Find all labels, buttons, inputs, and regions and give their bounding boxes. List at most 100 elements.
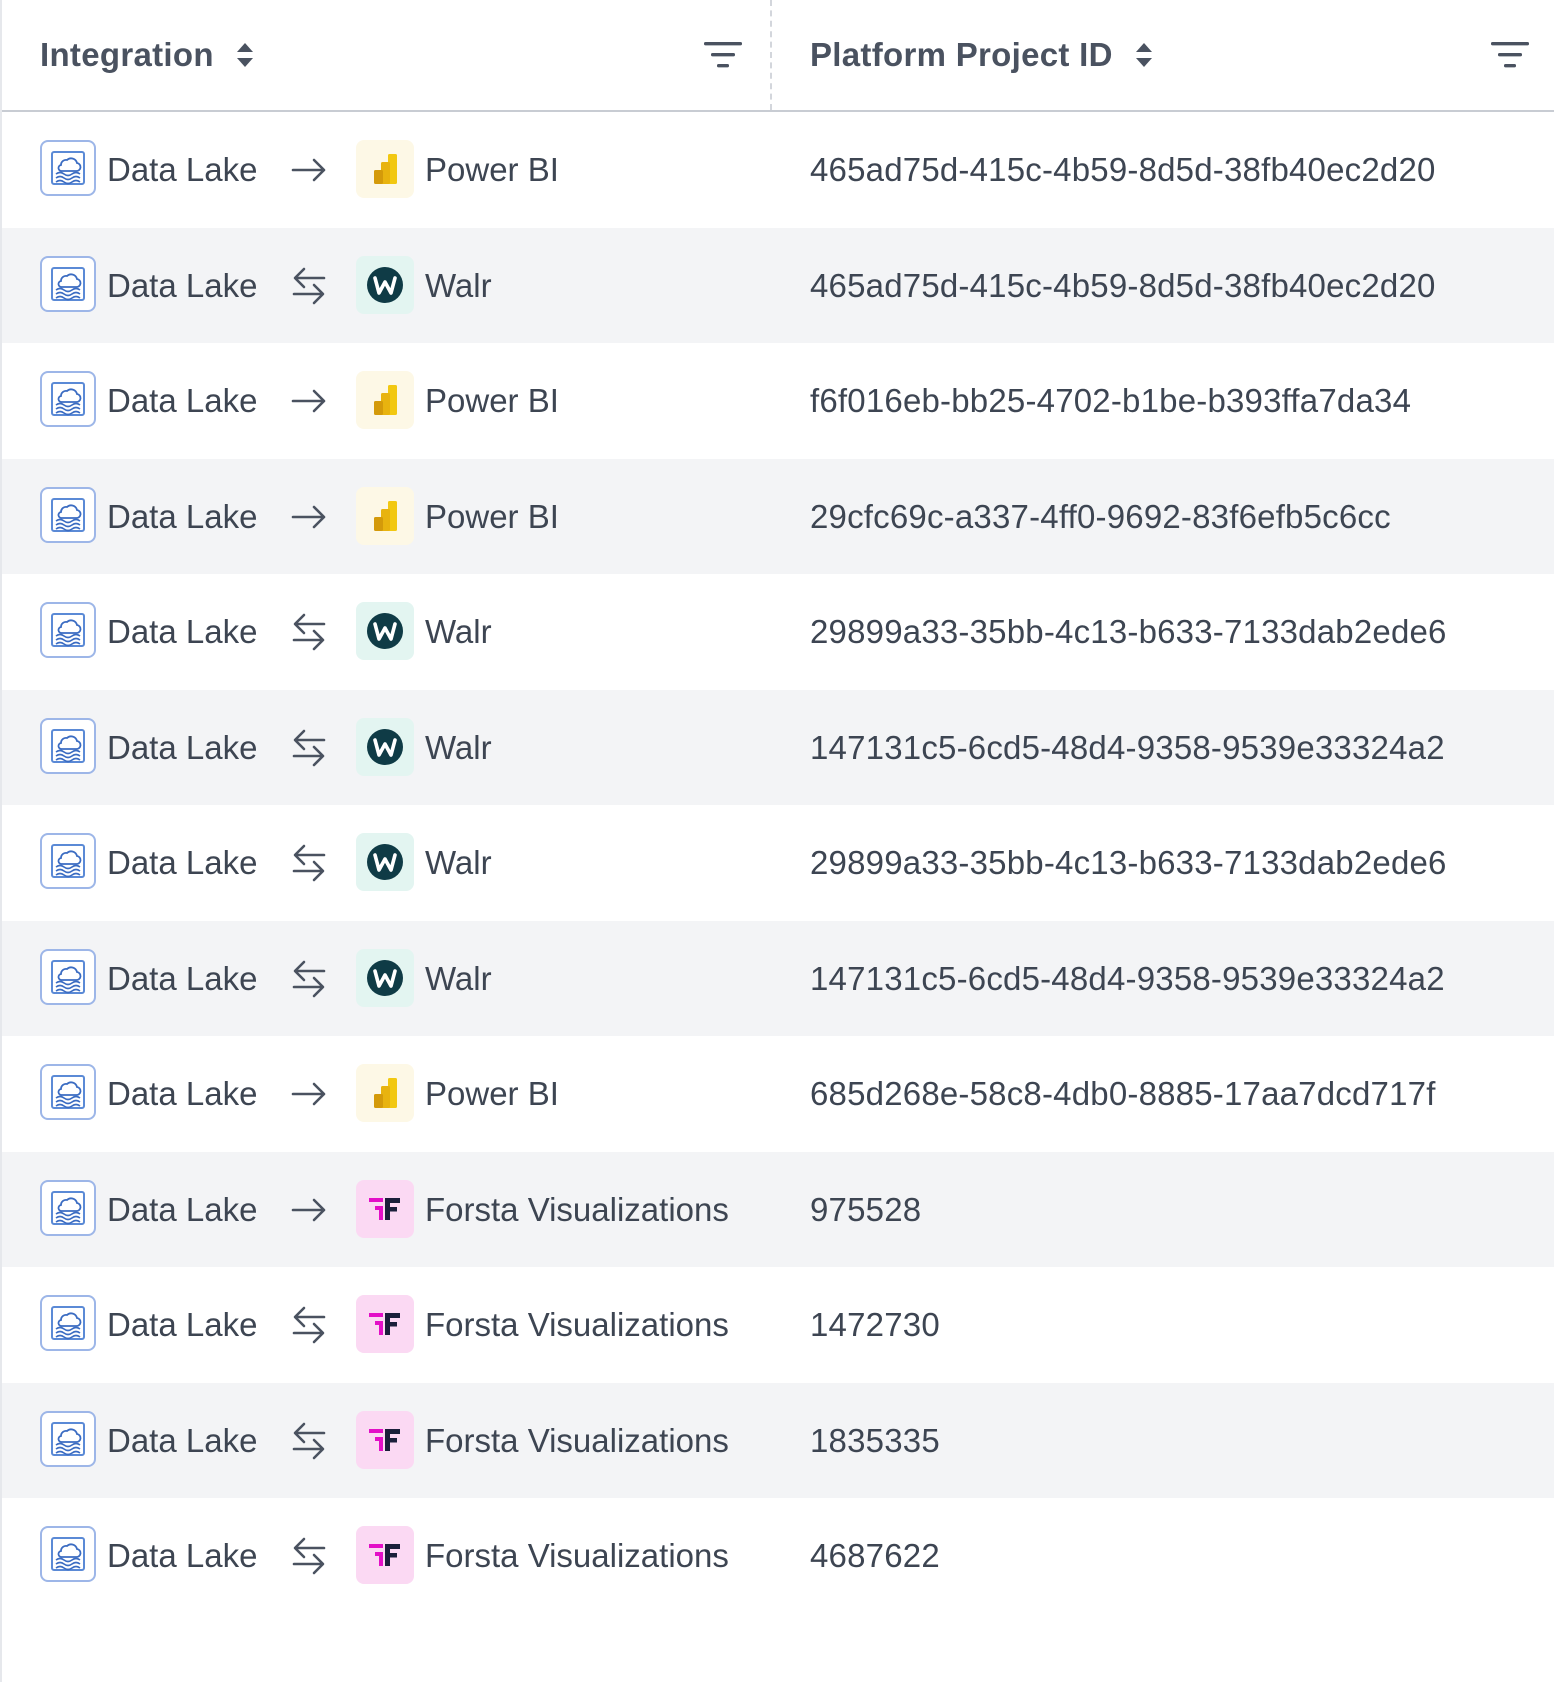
table-row[interactable]: Data Lake Power BI 29cfc69c-a337-4ff0-96… — [2, 458, 1554, 574]
project-id: 29899a33-35bb-4c13-b633-7133dab2ede6 — [810, 844, 1447, 881]
project-id: 147131c5-6cd5-48d4-9358-9539e33324a2 — [810, 728, 1445, 766]
source-label: Data Lake — [107, 382, 258, 419]
data-lake-icon — [40, 255, 96, 312]
data-lake-icon — [40, 1410, 96, 1467]
project-id: 29cfc69c-a337-4ff0-9692-83f6efb5c6cc — [810, 497, 1391, 535]
arrow-right-icon — [291, 505, 326, 528]
source-label: Data Lake — [107, 497, 258, 535]
table-row[interactable]: Data Lake Walr 147131c5-6cd5-48d4-9358-9… — [2, 920, 1554, 1036]
column-title-integration: Integration — [40, 36, 214, 73]
filter-icon[interactable] — [704, 40, 742, 70]
data-lake-icon — [40, 486, 96, 543]
forsta-icon — [356, 1526, 414, 1584]
data-lake-icon — [40, 1064, 96, 1120]
destination-label: Power BI — [425, 1075, 559, 1112]
table-row[interactable]: Data Lake Power BI 465ad75d-415c-4b59-8d… — [2, 112, 1554, 228]
column-divider[interactable] — [770, 0, 772, 110]
table-row[interactable]: Data Lake Forsta Visualizations 4687622 — [2, 1498, 1554, 1614]
sort-icon[interactable] — [1135, 42, 1153, 68]
bidirectional-arrows-icon — [292, 960, 326, 997]
sort-icon[interactable] — [236, 42, 254, 68]
destination-label: Walr — [425, 728, 492, 766]
walr-icon — [356, 602, 414, 660]
source-label: Data Lake — [107, 1421, 258, 1459]
table-row[interactable]: Data Lake Walr 29899a33-35bb-4c13-b633-7… — [2, 805, 1554, 921]
bidirectional-arrows-icon — [292, 613, 326, 651]
walr-icon — [356, 833, 414, 891]
table-row[interactable]: Data Lake Walr 147131c5-6cd5-48d4-9358-9… — [2, 689, 1554, 805]
destination-label: Forsta Visualizations — [425, 1421, 729, 1459]
data-lake-icon — [40, 1526, 96, 1582]
forsta-icon — [356, 1179, 414, 1238]
table-row[interactable]: Data Lake Forsta Visualizations 1472730 — [2, 1267, 1554, 1383]
powerbi-icon — [356, 1064, 414, 1122]
project-id: f6f016eb-bb25-4702-b1be-b393ffa7da34 — [810, 382, 1412, 419]
column-title-project-id: Platform Project ID — [810, 36, 1113, 73]
powerbi-icon — [356, 140, 414, 198]
forsta-icon — [356, 1410, 414, 1469]
project-id: 465ad75d-415c-4b59-8d5d-38fb40ec2d20 — [810, 266, 1436, 304]
arrow-right-icon — [291, 1198, 326, 1221]
destination-label: Power BI — [425, 497, 559, 535]
bidirectional-arrows-icon — [292, 1422, 326, 1459]
source-label: Data Lake — [107, 266, 258, 304]
bidirectional-arrows-icon — [292, 729, 326, 766]
bidirectional-arrows-icon — [292, 1306, 326, 1344]
column-header-project-id[interactable]: Platform Project ID — [810, 0, 1550, 110]
data-lake-icon — [40, 833, 96, 889]
data-lake-icon — [40, 602, 96, 658]
data-lake-icon — [40, 140, 96, 196]
table-header: Integration Platform Project ID — [2, 0, 1554, 112]
walr-icon — [356, 717, 414, 776]
column-header-integration[interactable]: Integration — [40, 0, 740, 110]
destination-label: Power BI — [425, 382, 559, 419]
source-label: Data Lake — [107, 1306, 258, 1343]
source-label: Data Lake — [107, 151, 258, 188]
project-id: 147131c5-6cd5-48d4-9358-9539e33324a2 — [810, 959, 1445, 997]
data-lake-icon — [40, 371, 96, 427]
table-row[interactable]: Data Lake Walr 29899a33-35bb-4c13-b633-7… — [2, 574, 1554, 690]
data-lake-icon — [40, 717, 96, 774]
bidirectional-arrows-icon — [292, 1537, 326, 1575]
integrations-table: Integration Platform Project ID Data Lak… — [0, 0, 1554, 1682]
table-row[interactable]: Data Lake Walr 465ad75d-415c-4b59-8d5d-3… — [2, 227, 1554, 343]
project-id: 1835335 — [810, 1421, 940, 1459]
project-id: 465ad75d-415c-4b59-8d5d-38fb40ec2d20 — [810, 151, 1436, 188]
arrow-right-icon — [291, 1082, 326, 1106]
bidirectional-arrows-icon — [292, 844, 326, 882]
project-id: 4687622 — [810, 1537, 940, 1574]
source-label: Data Lake — [107, 844, 258, 881]
source-label: Data Lake — [107, 1537, 258, 1574]
project-id: 29899a33-35bb-4c13-b633-7133dab2ede6 — [810, 613, 1447, 650]
destination-label: Power BI — [425, 151, 559, 188]
table-row[interactable]: Data Lake Power BI f6f016eb-bb25-4702-b1… — [2, 343, 1554, 459]
forsta-icon — [356, 1295, 414, 1353]
destination-label: Walr — [425, 266, 492, 304]
source-label: Data Lake — [107, 613, 258, 650]
source-label: Data Lake — [107, 1075, 258, 1112]
destination-label: Walr — [425, 959, 492, 997]
table-row[interactable]: Data Lake Forsta Visualizations 975528 — [2, 1151, 1554, 1267]
table-body: Data Lake Power BI 465ad75d-415c-4b59-8d… — [2, 112, 1554, 1614]
walr-icon — [356, 948, 414, 1007]
table-row[interactable]: Data Lake Power BI 685d268e-58c8-4db0-88… — [2, 1036, 1554, 1152]
filter-icon[interactable] — [1491, 40, 1529, 70]
data-lake-icon — [40, 948, 96, 1005]
destination-label: Forsta Visualizations — [425, 1537, 729, 1574]
source-label: Data Lake — [107, 959, 258, 997]
destination-label: Walr — [425, 613, 492, 650]
destination-label: Forsta Visualizations — [425, 1306, 729, 1343]
destination-label: Forsta Visualizations — [425, 1190, 729, 1228]
table-row[interactable]: Data Lake Forsta Visualizations 1835335 — [2, 1382, 1554, 1498]
powerbi-icon — [356, 371, 414, 429]
powerbi-icon — [356, 486, 414, 545]
project-id: 685d268e-58c8-4db0-8885-17aa7dcd717f — [810, 1075, 1436, 1112]
data-lake-icon — [40, 1179, 96, 1236]
arrow-right-icon — [291, 158, 326, 182]
source-label: Data Lake — [107, 1190, 258, 1228]
project-id: 975528 — [810, 1190, 922, 1228]
arrow-right-icon — [291, 389, 326, 413]
source-label: Data Lake — [107, 728, 258, 766]
walr-icon — [356, 255, 414, 314]
destination-label: Walr — [425, 844, 492, 881]
